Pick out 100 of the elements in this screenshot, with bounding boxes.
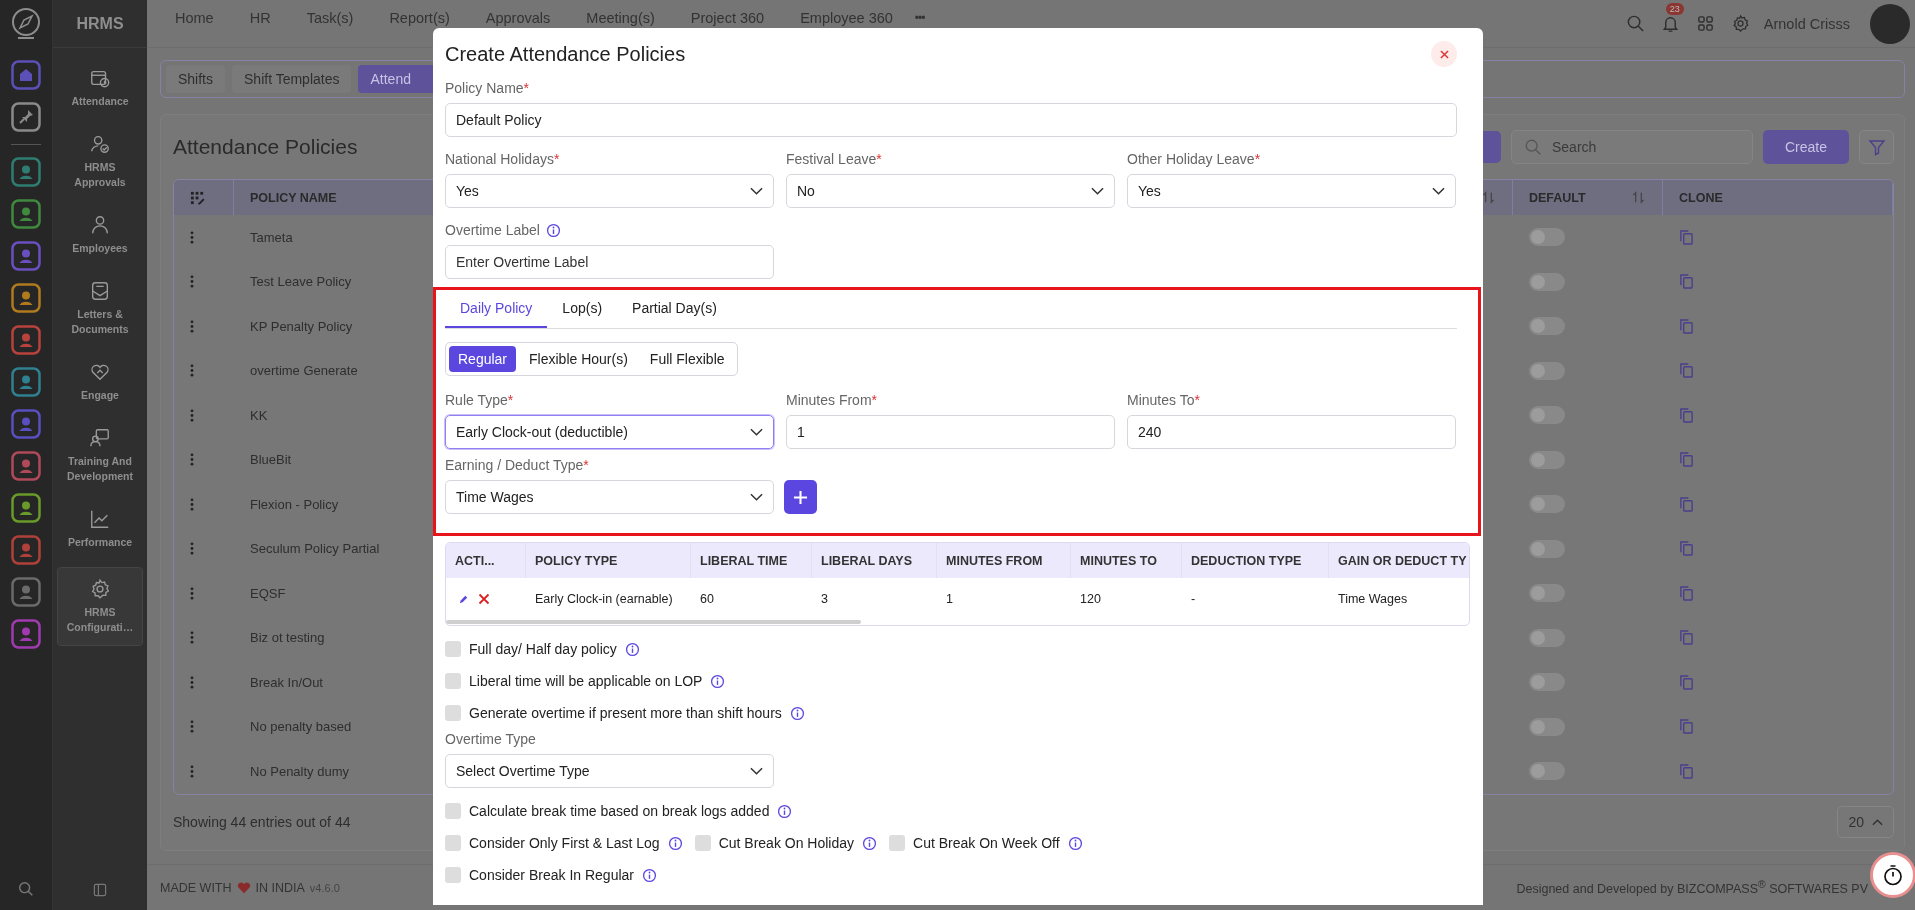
columns-icon[interactable]	[190, 190, 205, 205]
sidebar-item[interactable]: HRMS Configurati…	[57, 567, 143, 646]
add-button[interactable]	[784, 480, 817, 514]
checkbox[interactable]	[445, 867, 461, 883]
copy-icon[interactable]	[1679, 673, 1694, 691]
copy-icon[interactable]	[1679, 362, 1694, 380]
checkbox[interactable]	[694, 835, 711, 851]
kebab-menu-icon[interactable]	[190, 675, 194, 689]
tab[interactable]: Lop(s)	[547, 290, 618, 328]
app-icon[interactable]	[11, 577, 41, 607]
copy-icon[interactable]	[1679, 228, 1694, 246]
checkbox[interactable]	[889, 835, 906, 851]
kebab-menu-icon[interactable]	[190, 586, 194, 600]
copy-icon[interactable]	[1679, 762, 1694, 780]
search-icon[interactable]	[17, 879, 35, 898]
segment-button[interactable]: Full Flexible	[640, 346, 734, 372]
user-name[interactable]: Arnold Crisss	[1763, 15, 1850, 32]
app-icon[interactable]	[11, 493, 41, 523]
pin-icon[interactable]	[11, 102, 41, 132]
app-icon[interactable]	[11, 199, 41, 229]
more-menu[interactable]: •••	[914, 10, 925, 25]
checkbox[interactable]	[445, 673, 461, 689]
toggle-switch[interactable]	[1529, 628, 1565, 647]
sort-icon[interactable]	[1481, 190, 1496, 205]
nav-link[interactable]: Approvals	[485, 9, 551, 26]
edit-icon[interactable]	[458, 593, 469, 605]
filter-button[interactable]	[1859, 130, 1894, 164]
kebab-menu-icon[interactable]	[190, 453, 194, 467]
select-field[interactable]: Yes	[445, 174, 774, 208]
close-button[interactable]	[1431, 41, 1457, 67]
toggle-switch[interactable]	[1529, 272, 1565, 291]
input-field[interactable]: 1	[786, 415, 1115, 449]
sidebar-item[interactable]: Letters & Documents	[57, 273, 143, 344]
kebab-menu-icon[interactable]	[190, 542, 194, 556]
copy-icon[interactable]	[1679, 584, 1694, 602]
toggle-switch[interactable]	[1529, 584, 1565, 603]
copy-icon[interactable]	[1679, 718, 1694, 736]
sidebar-item[interactable]: Attendance	[57, 60, 143, 116]
toggle-switch[interactable]	[1529, 495, 1565, 514]
sidebar-item[interactable]: Engage	[57, 354, 143, 410]
select-field[interactable]: Time Wages	[445, 480, 774, 514]
kebab-menu-icon[interactable]	[190, 275, 194, 289]
sidebar-item[interactable]: Performance	[57, 501, 143, 557]
input-field[interactable]: 240	[1127, 415, 1456, 449]
app-icon[interactable]	[11, 619, 41, 649]
nav-link[interactable]: Home	[175, 9, 214, 26]
page-tab[interactable]: Shift Templates	[232, 65, 352, 93]
select-field[interactable]: No	[786, 174, 1115, 208]
checkbox[interactable]	[445, 803, 461, 819]
home-icon[interactable]	[11, 60, 41, 90]
scrollbar-thumb[interactable]	[446, 620, 861, 624]
kebab-menu-icon[interactable]	[190, 631, 194, 645]
kebab-menu-icon[interactable]	[190, 720, 194, 734]
toggle-switch[interactable]	[1529, 539, 1565, 558]
app-icon[interactable]	[11, 157, 41, 187]
kebab-menu-icon[interactable]	[190, 230, 194, 244]
column-header[interactable]: CLONE	[1679, 190, 1723, 205]
copy-icon[interactable]	[1679, 273, 1694, 291]
kebab-menu-icon[interactable]	[190, 364, 194, 378]
kebab-menu-icon[interactable]	[190, 319, 194, 333]
toggle-switch[interactable]	[1529, 450, 1565, 469]
toggle-switch[interactable]	[1529, 406, 1565, 425]
toggle-switch[interactable]	[1529, 762, 1565, 781]
create-button[interactable]: Create	[1763, 130, 1849, 164]
select-field[interactable]: Select Overtime Type	[445, 754, 774, 788]
app-icon[interactable]	[11, 409, 41, 439]
column-header[interactable]: DEFAULT	[1529, 190, 1586, 205]
toggle-switch[interactable]	[1529, 361, 1565, 380]
select-field[interactable]: Early Clock-out (deductible)	[445, 415, 774, 449]
bell-icon[interactable]	[1660, 14, 1680, 33]
checkbox[interactable]	[445, 835, 461, 851]
search-field[interactable]: Search	[1511, 130, 1753, 164]
page-tab[interactable]: Shifts	[166, 65, 225, 93]
settings-icon[interactable]	[1730, 14, 1750, 33]
toggle-switch[interactable]	[1529, 317, 1565, 336]
sidebar-item[interactable]: Employees	[57, 207, 143, 263]
app-icon[interactable]	[11, 325, 41, 355]
checkbox[interactable]	[445, 641, 461, 657]
nav-link[interactable]: Employee 360	[800, 9, 893, 26]
input-field[interactable]: Default Policy	[445, 103, 1457, 137]
toggle-switch[interactable]	[1529, 717, 1565, 736]
nav-link[interactable]: HR	[249, 9, 271, 26]
compass-logo-icon[interactable]	[9, 6, 43, 40]
delete-icon[interactable]	[478, 593, 490, 605]
kebab-menu-icon[interactable]	[190, 408, 194, 422]
app-icon[interactable]	[11, 241, 41, 271]
action-button[interactable]	[1481, 131, 1501, 163]
nav-link[interactable]: Task(s)	[306, 9, 354, 26]
app-icon[interactable]	[11, 451, 41, 481]
nav-link[interactable]: Project 360	[690, 9, 765, 26]
copy-icon[interactable]	[1679, 540, 1694, 558]
nav-link[interactable]: Meeting(s)	[586, 9, 655, 26]
checkbox[interactable]	[445, 705, 461, 721]
select-field[interactable]: Yes	[1127, 174, 1456, 208]
sidebar-item[interactable]: HRMS Approvals	[57, 126, 143, 197]
app-icon[interactable]	[11, 535, 41, 565]
copy-icon[interactable]	[1679, 629, 1694, 647]
nav-link[interactable]: Report(s)	[389, 9, 450, 26]
tab[interactable]: Daily Policy	[445, 290, 548, 328]
avatar[interactable]	[1870, 3, 1910, 44]
